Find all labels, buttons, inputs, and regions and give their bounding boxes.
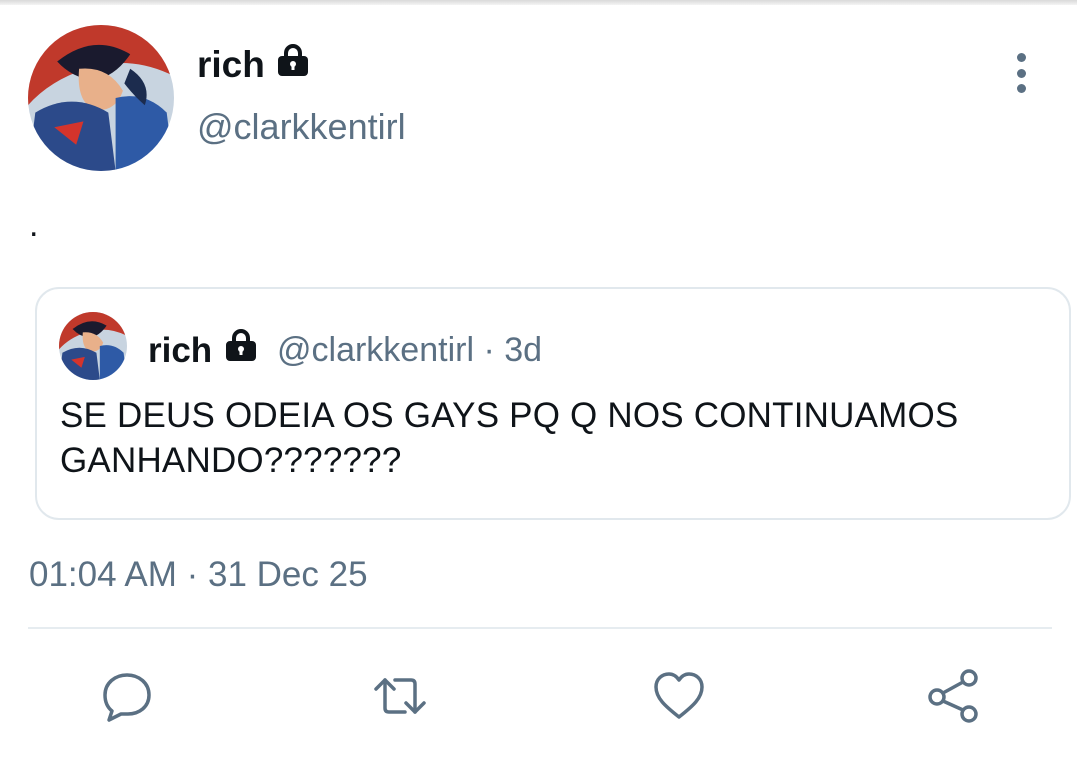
author-name[interactable]: rich	[197, 42, 311, 88]
heart-icon[interactable]	[651, 668, 707, 724]
tweet-text: .	[29, 206, 39, 244]
quoted-tweet-text: SE DEUS ODEIA OS GAYS PQ Q NOS CONTINUAM…	[60, 396, 959, 480]
top-divider	[0, 0, 1077, 5]
quoted-author-avatar	[59, 312, 127, 380]
reply-icon[interactable]	[99, 668, 155, 724]
tweet-timestamp: 01:04 AM · 31 Dec 25	[29, 555, 368, 594]
more-vertical-icon[interactable]	[1008, 53, 1034, 93]
action-divider	[28, 627, 1052, 629]
retweet-icon[interactable]	[372, 668, 428, 724]
author-avatar[interactable]	[28, 25, 174, 171]
lock-icon	[222, 328, 260, 373]
author-handle[interactable]: @clarkkentirl	[197, 104, 406, 150]
quoted-author-handle: @clarkkentirl · 3d	[277, 331, 543, 369]
share-icon[interactable]	[925, 668, 981, 724]
lock-icon	[275, 42, 311, 88]
quoted-author-name: rich	[148, 328, 260, 373]
